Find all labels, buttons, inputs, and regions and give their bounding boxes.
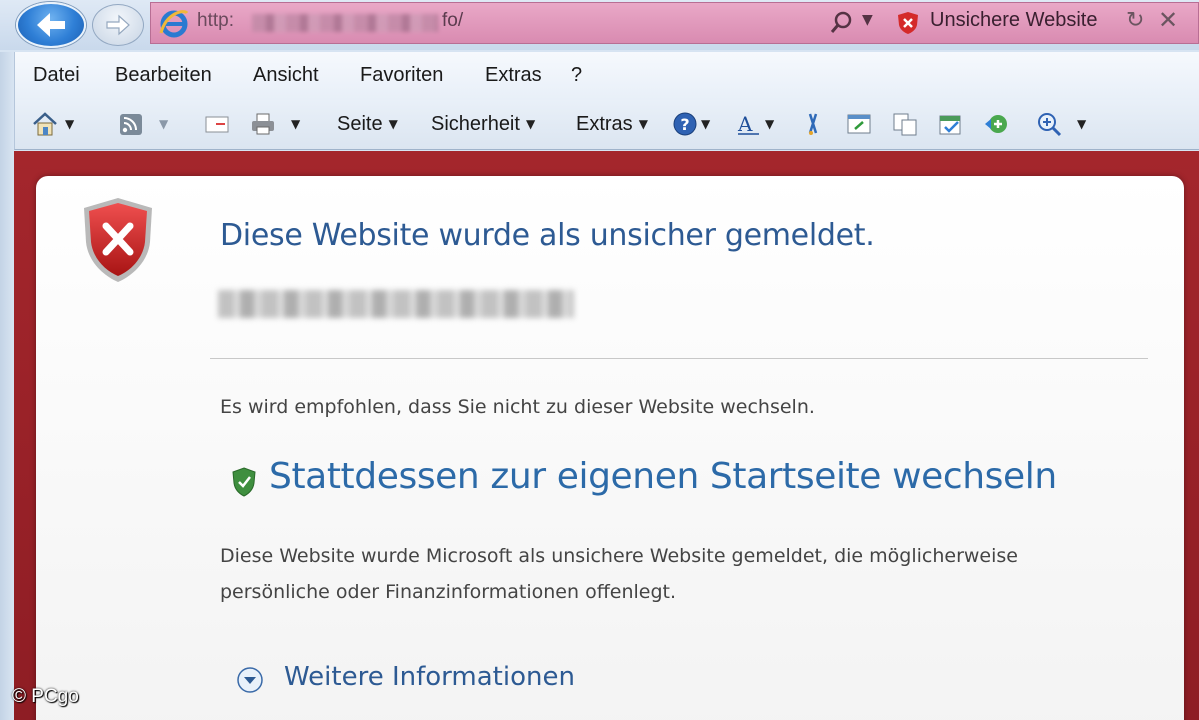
unsafe-shield-icon-large (84, 198, 152, 282)
extras-menu[interactable]: Extras ▼ (576, 110, 648, 138)
mail-button[interactable] (203, 110, 231, 138)
divider (210, 358, 1148, 359)
close-icon[interactable]: ✕ (1158, 6, 1178, 34)
recommendation-text: Es wird empfohlen, dass Sie nicht zu die… (220, 396, 815, 418)
window-left-edge (0, 52, 14, 720)
calendar-button[interactable] (937, 110, 965, 138)
add-on-button[interactable] (983, 110, 1011, 138)
help-button[interactable]: ? ▼ (671, 110, 710, 138)
back-icon (37, 13, 65, 37)
forward-button[interactable] (92, 4, 144, 46)
print-dropdown-icon[interactable]: ▼ (291, 117, 300, 131)
go-to-homepage-link[interactable]: Stattdessen zur eigenen Startseite wechs… (269, 456, 1057, 497)
svg-text:A: A (737, 112, 753, 136)
warning-title: Diese Website wurde als unsicher gemelde… (220, 218, 875, 253)
search-dropdown-icon[interactable]: ▼ (862, 12, 873, 28)
mail-icon (205, 116, 229, 133)
address-bar: http: fo/ ▼ Unsichere Website ↻ ✕ (0, 0, 1199, 50)
back-button[interactable] (16, 2, 86, 48)
url-prefix: http: (197, 10, 234, 31)
zoom-dropdown-icon[interactable]: ▼ (1077, 117, 1086, 131)
unsafe-shield-icon[interactable] (896, 11, 920, 35)
sicherheit-dropdown-icon: ▼ (525, 117, 536, 131)
svg-text:?: ? (680, 115, 689, 134)
research-icon (808, 113, 818, 135)
feeds-dropdown-icon[interactable]: ▼ (159, 117, 168, 131)
feeds-icon (120, 114, 142, 135)
extras-dropdown-icon: ▼ (638, 117, 648, 131)
add-on-icon (985, 115, 1007, 133)
search-icon[interactable] (828, 9, 856, 37)
refresh-icon[interactable]: ↻ (1126, 8, 1144, 33)
seite-label: Seite (337, 112, 383, 135)
home-button[interactable]: ▼ (31, 110, 74, 138)
menu-extras[interactable]: Extras (485, 64, 542, 87)
green-shield-icon (232, 467, 256, 497)
copy-icon (893, 113, 917, 136)
blurred-site-address (218, 290, 574, 318)
research-button[interactable] (800, 110, 828, 138)
print-button[interactable]: ▼ (249, 110, 300, 138)
menu-favoriten[interactable]: Favoriten (360, 64, 443, 87)
security-status-text[interactable]: Unsichere Website (930, 9, 1097, 32)
seite-dropdown-icon: ▼ (388, 117, 398, 131)
menu-help[interactable]: ? (571, 64, 582, 87)
window-icon (847, 114, 871, 134)
ie-logo-icon (159, 10, 189, 38)
url-suffix: fo/ (442, 10, 464, 31)
help-icon: ? (673, 112, 697, 136)
expand-chevron-icon[interactable] (236, 666, 264, 694)
more-information-link[interactable]: Weitere Informationen (284, 662, 575, 692)
command-bar: ▼ ▼ ▼ Seite ▼ Sicherheit ▼ Extras ▼ ? ▼ … (14, 100, 1199, 150)
print-icon (252, 113, 274, 135)
font-icon: A (737, 112, 759, 136)
menu-bar: Datei Bearbeiten Ansicht Favoriten Extra… (14, 52, 1199, 100)
menu-bearbeiten[interactable]: Bearbeiten (115, 64, 212, 87)
home-icon (33, 112, 57, 136)
copyright-watermark: © PCgo (12, 686, 79, 707)
font-dropdown-icon[interactable]: ▼ (765, 117, 774, 131)
forward-icon (106, 14, 130, 36)
copy-button[interactable] (891, 110, 919, 138)
help-dropdown-icon[interactable]: ▼ (701, 117, 710, 131)
home-dropdown-icon[interactable]: ▼ (65, 117, 74, 131)
url-redacted (252, 14, 438, 32)
seite-menu[interactable]: Seite ▼ (337, 110, 398, 138)
zoom-icon (1038, 113, 1062, 137)
menu-datei[interactable]: Datei (33, 64, 80, 87)
warning-description: Diese Website wurde Microsoft als unsich… (220, 545, 1018, 603)
calendar-icon (939, 115, 961, 135)
extras-label: Extras (576, 112, 633, 135)
zoom-button[interactable]: ▼ (1035, 110, 1086, 138)
font-button[interactable]: A ▼ (735, 110, 774, 138)
sicherheit-menu[interactable]: Sicherheit ▼ (431, 110, 535, 138)
warning-panel (36, 176, 1184, 720)
sicherheit-label: Sicherheit (431, 112, 520, 135)
menu-ansicht[interactable]: Ansicht (253, 64, 319, 87)
window-button[interactable] (845, 110, 873, 138)
feeds-button[interactable]: ▼ (117, 110, 168, 138)
